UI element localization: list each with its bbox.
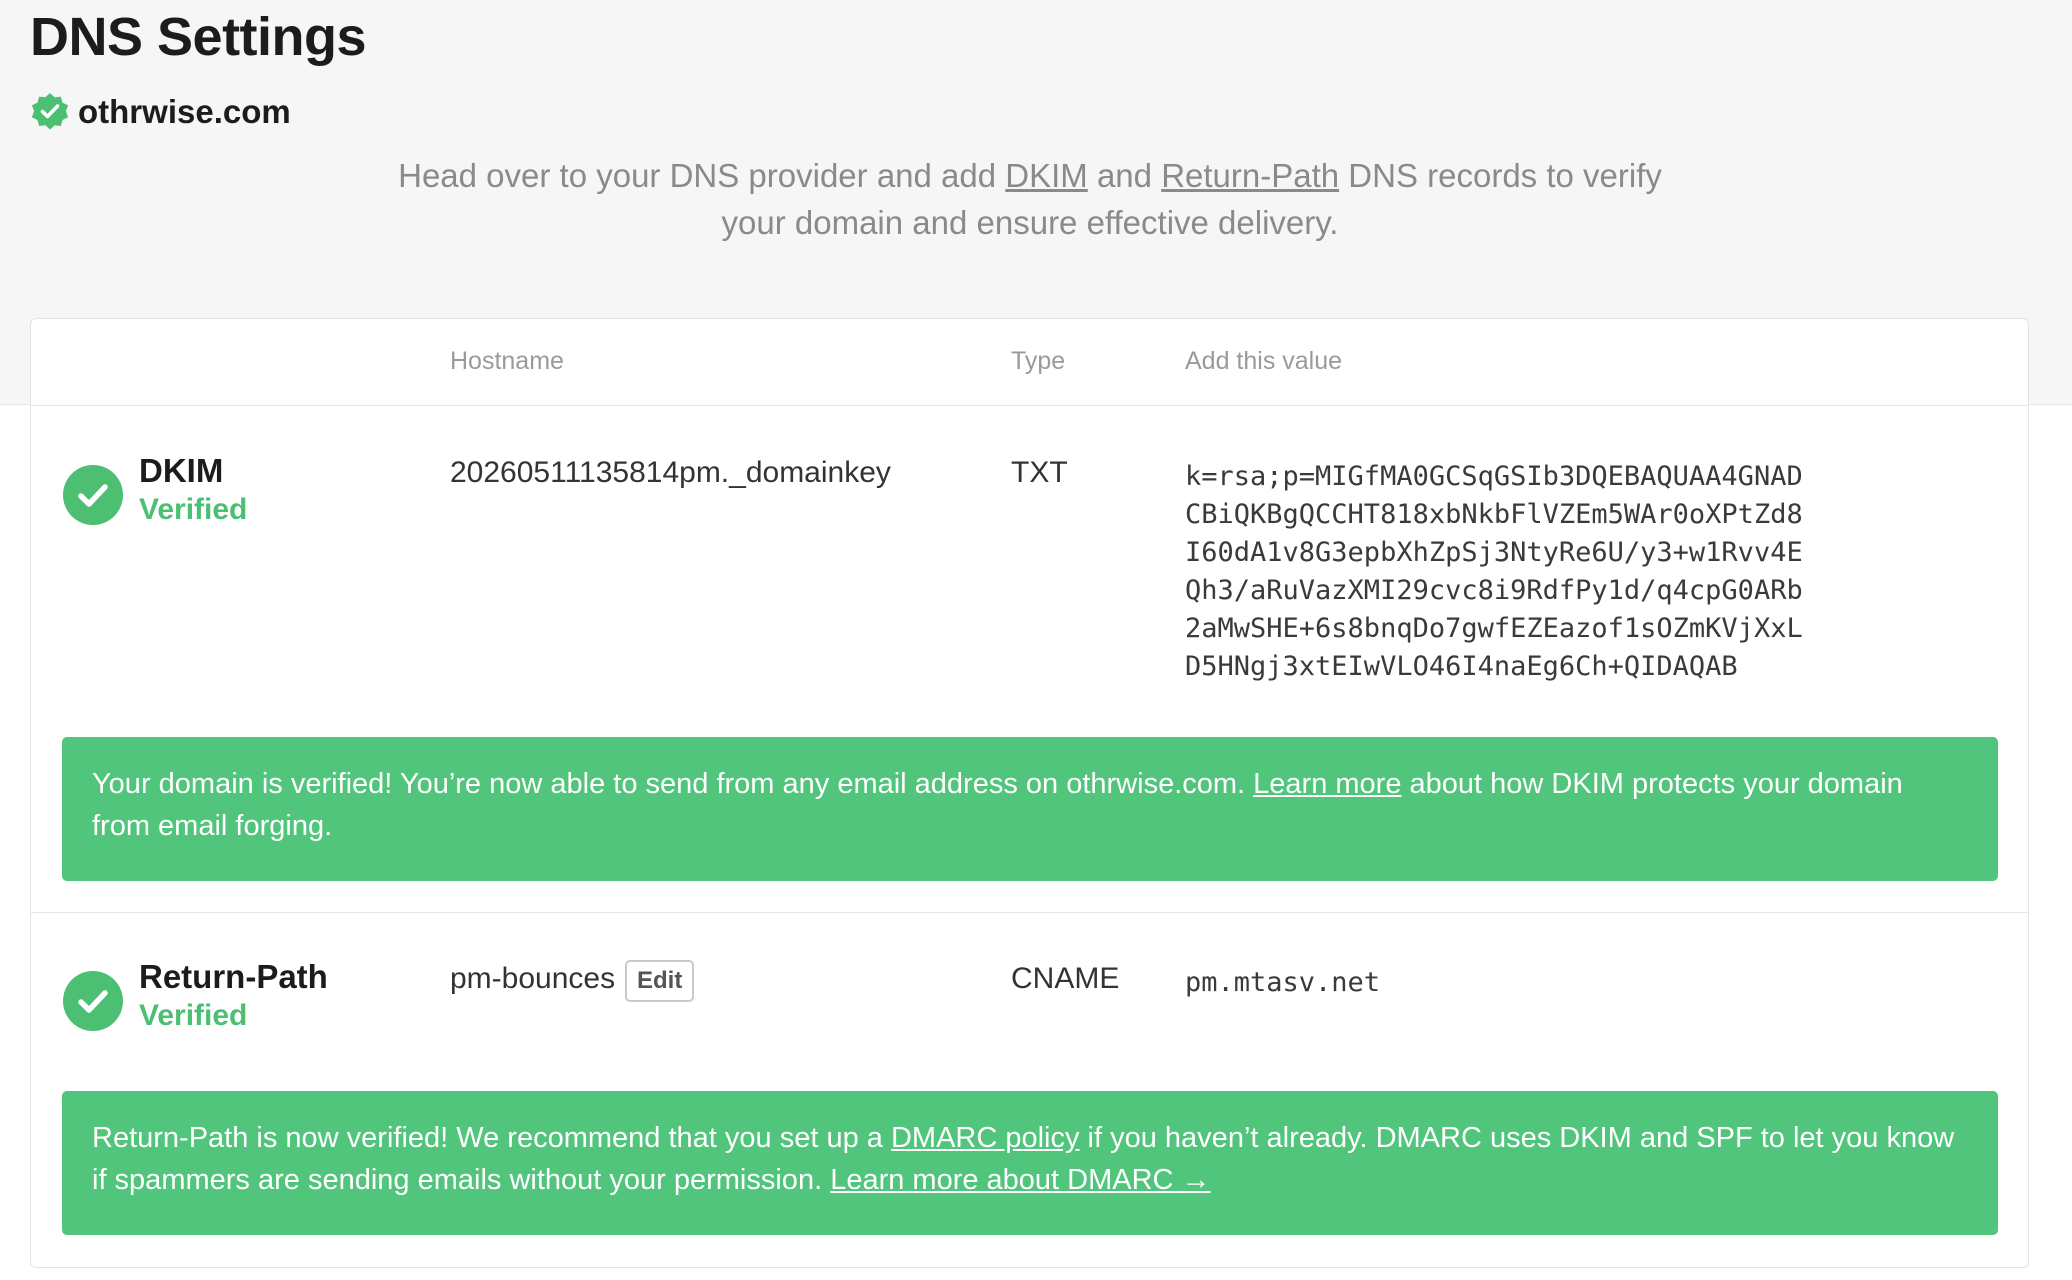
return-path-link[interactable]: Return-Path [1161,157,1339,194]
dkim-verified-banner: Your domain is verified! You’re now able… [62,737,1998,881]
dkim-value-line: I60dA1v8G3epbXhZpSj3NtyRe6U/y3+w1Rvv4E [1185,537,1803,568]
column-header-value: Add this value [1185,347,1343,375]
header-divider [31,405,2028,406]
domain-name: othrwise.com [78,93,291,130]
return-path-hostname[interactable]: pm-bounces [450,962,615,996]
return-path-check-icon [63,971,123,1031]
dns-records-card: Hostname Type Add this value DKIM Verifi… [30,318,2029,1268]
dkim-type: TXT [1011,456,1068,489]
dkim-status: Verified [139,493,248,526]
return-path-value[interactable]: pm.mtasv.net [1185,964,1380,1002]
dkim-record-name: DKIM [139,452,224,489]
dkim-value-line: k=rsa;p=MIGfMA0GCSqGSIb3DQEBAQUAA4GNAD [1185,461,1803,492]
edit-hostname-button[interactable]: Edit [625,960,695,1002]
column-header-hostname: Hostname [450,347,564,375]
dkim-hostname[interactable]: 20260511135814pm._domainkey [450,456,891,490]
return-path-verified-banner: Return-Path is now verified! We recommen… [62,1091,1998,1235]
intro-text-part: and [1087,157,1162,194]
dkim-check-icon [63,465,123,525]
dkim-learn-more-link[interactable]: Learn more [1253,768,1401,800]
dmarc-policy-link[interactable]: DMARC policy [891,1122,1080,1154]
return-path-type: CNAME [1011,962,1120,995]
return-path-record-name: Return-Path [139,958,328,995]
dkim-value-line: CBiQKBgQCCHT818xbNkbFlVZEm5WAr0oXPtZd8 [1185,499,1803,530]
record-divider [31,912,2028,913]
domain-row: othrwise.com [30,92,291,132]
banner-text: Your domain is verified! You’re now able… [92,768,1254,800]
learn-more-dmarc-link[interactable]: Learn more about DMARC → [830,1164,1210,1196]
dkim-value-line: 2aMwSHE+6s8bnqDo7gwfEZEazof1sOZmKVjXxL [1185,613,1803,644]
intro-text: Head over to your DNS provider and add D… [380,152,1680,246]
dkim-link[interactable]: DKIM [1005,157,1088,194]
verified-badge-icon [31,93,69,130]
dkim-value-line: D5HNgj3xtEIwVLO46I4naEg6Ch+QIDAQAB [1185,651,1738,682]
banner-text: Return-Path is now verified! We recommen… [92,1122,891,1154]
return-path-status: Verified [139,999,248,1032]
dkim-value-line: Qh3/aRuVazXMI29cvc8i9RdfPy1d/q4cpG0ARb [1185,575,1803,606]
column-header-type: Type [1011,347,1066,375]
dkim-value[interactable]: k=rsa;p=MIGfMA0GCSqGSIb3DQEBAQUAA4GNAD C… [1185,458,1803,686]
intro-text-part: Head over to your DNS provider and add [398,157,1006,194]
page-title: DNS Settings [30,7,367,67]
